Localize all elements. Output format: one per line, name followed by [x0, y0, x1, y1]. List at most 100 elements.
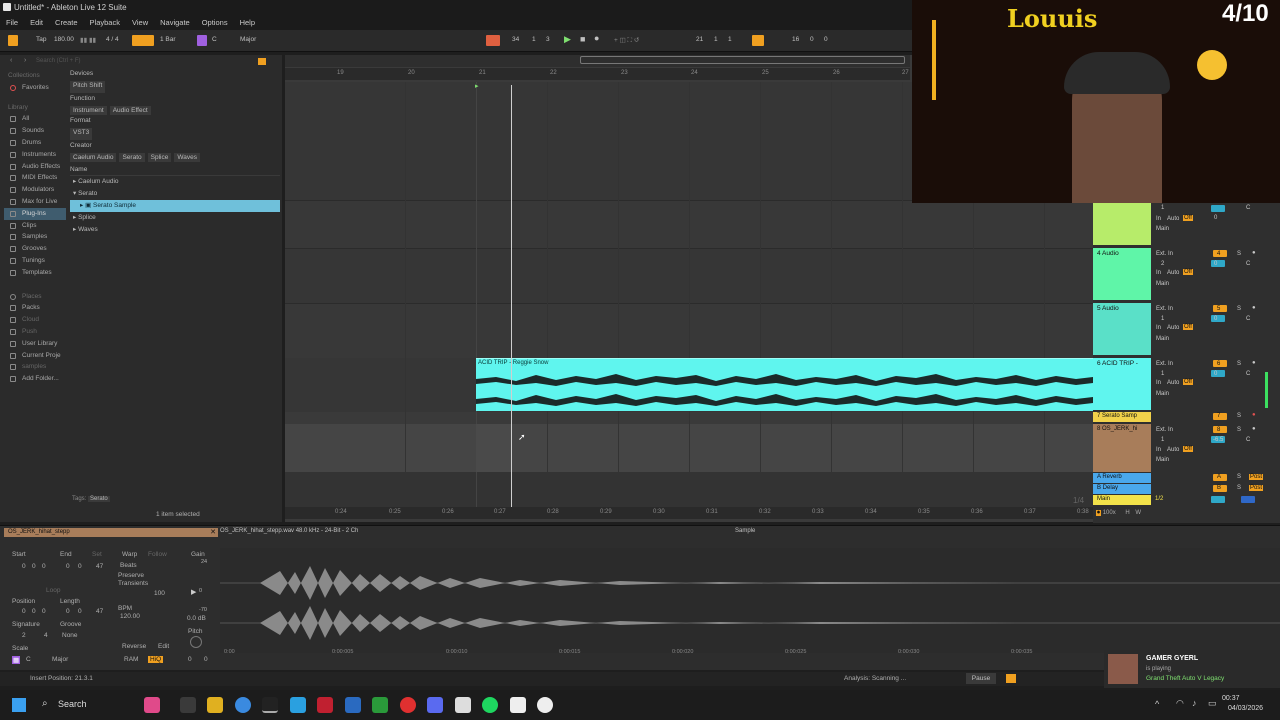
wifi-icon[interactable]: ◠ [1176, 698, 1184, 709]
reverse-button[interactable]: Reverse [122, 643, 146, 650]
monitor-auto[interactable]: Auto [1167, 447, 1179, 453]
track-number[interactable]: 6 [1217, 361, 1220, 367]
pan-value[interactable]: C [1246, 261, 1250, 267]
nudge-icon[interactable]: ▮▮ ▮▮ [80, 36, 96, 44]
input-type[interactable]: Ext. In [1156, 306, 1173, 312]
filter-tag-serato[interactable]: Serato [119, 153, 145, 162]
w-toggle[interactable]: W [1135, 510, 1141, 516]
track-name[interactable]: 6 ACID TRIP - [1097, 360, 1138, 367]
quantize-menu[interactable]: 1 Bar [160, 36, 176, 43]
sidebar-item-instruments[interactable]: Instruments [4, 149, 66, 161]
return-track-a-reverb[interactable]: A Reverb [1093, 473, 1151, 483]
list-item[interactable]: ▸ Caelum Audio [70, 176, 280, 188]
warp-button[interactable]: Warp [122, 551, 137, 558]
forward-icon[interactable]: › [24, 57, 26, 64]
filter-tag-pitch-shift[interactable]: Pitch Shift [70, 81, 106, 93]
follow-button[interactable]: Follow [148, 551, 167, 558]
signature-field[interactable]: 4 / 4 [106, 36, 119, 43]
track-number[interactable]: 4 [1217, 251, 1220, 257]
tap-button[interactable]: Tap [36, 36, 46, 43]
start-beat[interactable]: 0 [32, 563, 36, 570]
solo-button[interactable]: S [1237, 427, 1241, 433]
menu-file[interactable]: File [0, 15, 24, 30]
track-header-6-acid-trip[interactable]: 6 ACID TRIP - [1093, 358, 1151, 410]
volume-value[interactable]: 0 [1214, 215, 1217, 221]
monitor-auto[interactable]: Auto [1167, 380, 1179, 386]
h-toggle[interactable]: H [1125, 510, 1129, 516]
sidebar-item-add-folder[interactable]: Add Folder... [4, 373, 66, 385]
solo-button[interactable]: S [1237, 306, 1241, 312]
sidebar-item-modulators[interactable]: Modulators [4, 184, 66, 196]
search-icon[interactable]: ⌕ [42, 698, 48, 709]
metronome-button[interactable] [132, 35, 154, 46]
pitch-semitones[interactable]: 0 [188, 656, 192, 663]
end-bar[interactable]: 0 [66, 563, 70, 570]
play-icon[interactable]: ▶ [564, 34, 571, 45]
list-item[interactable]: ▸ Splice [70, 212, 280, 224]
sidebar-item-sounds[interactable]: Sounds [4, 125, 66, 137]
solo-button[interactable]: S [1237, 413, 1241, 419]
sidebar-item-midi-effects[interactable]: MIDI Effects [4, 172, 66, 184]
beats-value[interactable]: 100 [154, 590, 165, 597]
position-beat[interactable]: 1 [532, 36, 536, 43]
menu-create[interactable]: Create [49, 15, 84, 30]
sidebar-item-grooves[interactable]: Grooves [4, 243, 66, 255]
arm-button[interactable]: ● [1252, 360, 1256, 366]
arm-button[interactable]: ● [1252, 250, 1256, 256]
sidebar-item-templates[interactable]: Templates [4, 267, 66, 279]
signature-denominator[interactable]: 4 [44, 632, 48, 639]
track-header-8-os-jerk[interactable]: 8 OS_JERK_hi [1093, 424, 1151, 472]
position-sixteenth[interactable]: 3 [546, 36, 550, 43]
scale-toggle[interactable] [197, 35, 207, 46]
loop-start-beat[interactable]: 1 [714, 36, 718, 43]
scale-key-select[interactable]: C [26, 656, 31, 663]
bpm-value[interactable]: 120.00 [120, 613, 140, 620]
menu-navigate[interactable]: Navigate [154, 15, 196, 30]
main-pan[interactable] [1241, 496, 1255, 503]
discord-icon[interactable] [427, 697, 443, 713]
volume-field[interactable] [1211, 205, 1225, 212]
scale-select[interactable]: Major [240, 36, 256, 43]
ram-button[interactable]: RAM [124, 656, 138, 663]
loop-length-beat[interactable]: 0 [810, 36, 814, 43]
volume-value[interactable]: -6.5 [1213, 437, 1223, 443]
input-channel[interactable]: 1 [1161, 316, 1164, 322]
filter-tag-caelum-audio[interactable]: Caelum Audio [70, 153, 117, 162]
list-item[interactable]: ▾ Serato [70, 188, 280, 200]
bar-ruler[interactable]: 19 20 21 22 23 24 25 26 27 [285, 68, 910, 80]
track-name[interactable]: 7 Serato Samp [1097, 413, 1137, 419]
track-header-4-audio[interactable]: 4 Audio [1093, 248, 1151, 300]
monitor-in[interactable]: In [1156, 325, 1161, 331]
filter-tag-waves[interactable]: Waves [174, 153, 200, 162]
list-item-selected[interactable]: ▸ ▣ Serato Sample [70, 200, 280, 212]
start-marker-icon[interactable]: ▸ [475, 82, 479, 90]
sidebar-item-samples[interactable]: Samples [4, 231, 66, 243]
monitor-in[interactable]: In [1156, 380, 1161, 386]
sidebar-item-all[interactable]: All [4, 113, 66, 125]
pitch-knob[interactable] [190, 636, 202, 648]
scale-toggle[interactable]: ▦ [12, 656, 21, 664]
list-item[interactable]: ▸ Waves [70, 224, 280, 236]
input-type[interactable]: Ext. In [1156, 361, 1173, 367]
sidebar-item-max-for-live[interactable]: Max for Live [4, 196, 66, 208]
solo-button[interactable]: S [1237, 361, 1241, 367]
menu-help[interactable]: Help [234, 15, 261, 30]
link-button[interactable] [8, 35, 18, 46]
signature-numerator[interactable]: 2 [22, 632, 26, 639]
volume-value[interactable]: 0 [1214, 261, 1217, 267]
scale-mode-select[interactable]: Major [52, 656, 68, 663]
track-name[interactable]: 4 Audio [1097, 250, 1119, 257]
ableton-icon[interactable] [262, 697, 278, 713]
tray-chevron-icon[interactable]: ^ [1155, 699, 1159, 709]
overview-strip[interactable] [285, 55, 910, 67]
overview-window[interactable] [580, 56, 905, 64]
solo-button[interactable]: S [1237, 474, 1241, 480]
menu-edit[interactable]: Edit [24, 15, 49, 30]
monitor-off[interactable]: Off [1183, 269, 1193, 275]
audio-clip-acid-trip[interactable]: ACID TRIP - Reggie Snow [476, 358, 1093, 411]
sidebar-item-tunings[interactable]: Tunings [4, 255, 66, 267]
pan-value[interactable]: C [1246, 437, 1250, 443]
tag-serato[interactable]: Serato [88, 496, 110, 502]
output-select[interactable]: Main [1156, 226, 1169, 232]
spotify-icon[interactable] [482, 697, 498, 713]
